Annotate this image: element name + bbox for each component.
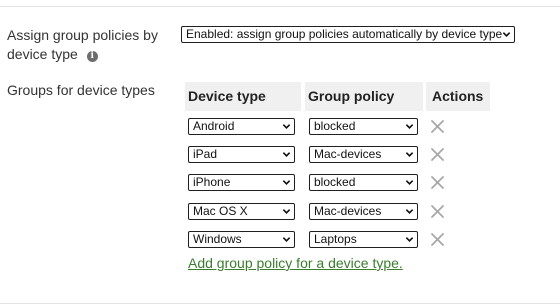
chevron-down-icon [405,124,414,129]
policy-mode-value: Enabled: assign group policies automatic… [186,27,503,41]
device-type-select[interactable]: Mac OS X [188,203,295,220]
device-type-value: Windows [193,232,242,246]
groups-label: Groups for device types [7,82,155,98]
group-policy-value: blocked [314,119,356,133]
top-divider [0,6,560,7]
assign-policies-label: Assign group policies by device type i [7,26,172,64]
close-icon[interactable] [430,204,445,219]
group-policy-value: blocked [314,175,356,189]
add-device-policy-link[interactable]: Add group policy for a device type. [188,254,403,272]
group-policy-value: Mac-devices [314,147,382,161]
chevron-down-icon [282,180,291,185]
chevron-down-icon [405,152,414,157]
chevron-down-icon [405,237,414,242]
device-type-select[interactable]: iPad [188,146,295,163]
chevron-down-icon [405,209,414,214]
chevron-down-icon [282,237,291,242]
group-policy-value: Laptops [314,232,357,246]
device-type-value: iPhone [193,175,231,189]
group-policy-select[interactable]: blocked [309,174,418,191]
device-type-value: Mac OS X [193,204,248,218]
group-policy-value: Mac-devices [314,204,382,218]
chevron-down-icon [405,180,414,185]
chevron-down-icon [282,124,291,129]
policy-mode-select[interactable]: Enabled: assign group policies automatic… [181,26,515,43]
group-policy-select[interactable]: Laptops [309,231,418,248]
close-icon[interactable] [430,175,445,190]
device-type-select[interactable]: Android [188,118,295,135]
group-policy-select[interactable]: Mac-devices [309,146,418,163]
chevron-down-icon [282,209,291,214]
header-device-type: Device type [185,82,301,111]
header-actions: Actions [426,82,490,111]
close-icon[interactable] [430,147,445,162]
close-icon[interactable] [430,119,445,134]
device-type-value: iPad [193,147,218,161]
device-type-value: Android [193,119,235,133]
assign-policies-text: Assign group policies by device type [7,27,158,62]
chevron-down-icon [502,32,511,37]
device-type-select[interactable]: Windows [188,231,295,248]
close-icon[interactable] [430,232,445,247]
device-type-select[interactable]: iPhone [188,174,295,191]
chevron-down-icon [282,152,291,157]
header-group-policy: Group policy [305,82,423,111]
group-policy-select[interactable]: blocked [309,118,418,135]
group-policy-select[interactable]: Mac-devices [309,203,418,220]
bottom-divider [0,303,560,304]
info-icon[interactable]: i [86,51,98,62]
